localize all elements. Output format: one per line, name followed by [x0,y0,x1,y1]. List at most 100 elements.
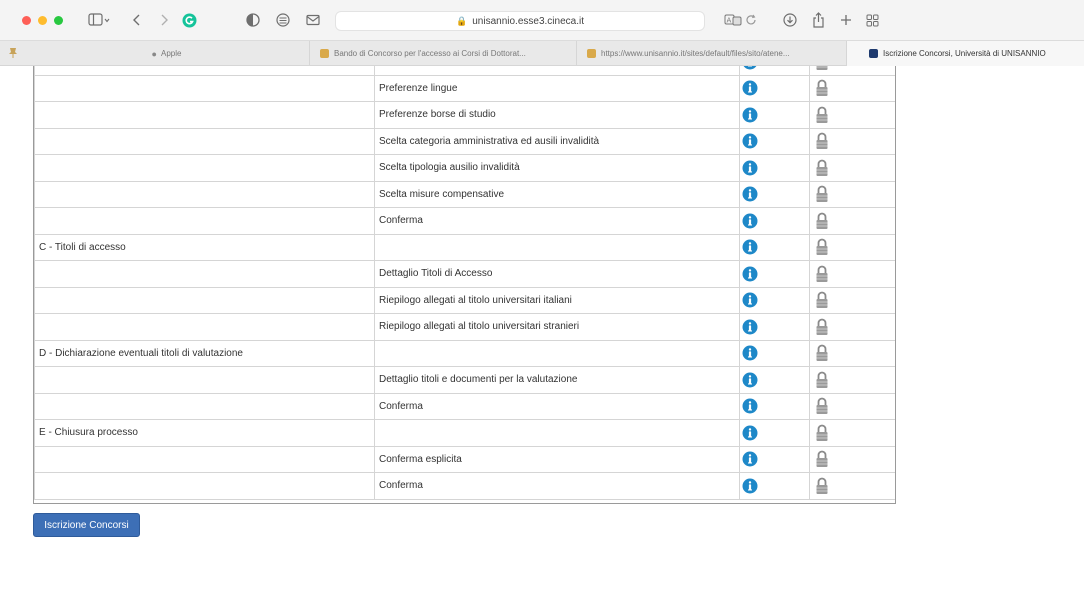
info-icon[interactable] [742,66,758,70]
apple-icon: ● [151,48,157,59]
lock-icon [816,397,828,415]
step-cell: Conferma esplicita [374,445,740,473]
chevron-left-icon[interactable] [130,12,144,28]
share-icon[interactable] [810,12,826,28]
chevron-right-icon[interactable] [157,12,171,28]
info-icon[interactable] [742,478,758,494]
info-icon[interactable] [742,239,758,255]
address-bar[interactable]: 🔒 unisannio.esse3.cineca.it [335,11,705,31]
steps-table-body: Preferenze sediPreferenze linguePreferen… [34,66,895,500]
table-row: Conferma [34,472,895,500]
shield-half-icon[interactable] [245,12,261,28]
lock-icon [816,291,828,309]
info-icon[interactable] [742,266,758,282]
status-cell [809,127,895,155]
lock-icon [816,424,828,441]
step-cell: Scelta categoria amministrativa ed ausil… [374,127,740,155]
info-icon[interactable] [742,451,758,467]
lock-icon [816,79,828,97]
table-row: Preferenze lingue [34,74,895,102]
tab-label: Iscrizione Concorsi, Università di UNISA… [883,49,1046,58]
browser-toolbar: 🔒 unisannio.esse3.cineca.it A [0,0,1084,40]
section-cell [34,154,375,182]
tab-apple[interactable]: ● Apple [24,41,310,66]
section-cell [34,101,375,129]
info-cell [739,366,810,394]
sidebar-icon[interactable] [86,12,112,28]
lock-icon [816,344,828,362]
step-cell [374,339,740,367]
info-cell [739,472,810,500]
info-cell [739,233,810,261]
step-cell: Scelta tipologia ausilio invalidità [374,154,740,182]
info-icon[interactable] [742,80,758,96]
lock-icon [816,450,828,468]
section-cell [34,472,375,500]
step-cell: Scelta misure compensative [374,180,740,208]
lock-icon [816,132,828,150]
lock-icon [816,238,828,256]
process-steps-table: Preferenze sediPreferenze linguePreferen… [33,66,896,504]
lock-icon [816,371,828,388]
download-icon[interactable] [782,12,798,28]
minimize-window-button[interactable] [38,15,47,25]
table-row: Scelta categoria amministrativa ed ausil… [34,127,895,155]
lock-icon [816,185,828,203]
reader-icon[interactable] [275,12,291,28]
tab-label: Apple [160,49,182,58]
unisannio-favicon-icon [869,49,878,58]
iscrizione-concorsi-button[interactable]: Iscrizione Concorsi [33,513,140,537]
tab-label: https://www.unisannio.it/sites/default/f… [601,49,790,58]
info-icon[interactable] [742,107,758,123]
folder-icon [320,49,329,58]
tab-bando[interactable]: Bando di Concorso per l'accesso ai Corsi… [310,41,577,66]
step-cell: Conferma [374,392,740,420]
info-cell [739,339,810,367]
button-label: Iscrizione Concorsi [44,519,129,531]
pin-icon[interactable] [8,47,18,59]
status-cell [809,74,895,102]
section-cell [34,392,375,420]
tab-iscrizione-concorsi[interactable]: Iscrizione Concorsi, Università di UNISA… [847,41,1084,66]
info-icon[interactable] [742,133,758,149]
info-icon[interactable] [742,213,758,229]
section-cell: C - Titoli di accesso [34,233,375,261]
info-icon[interactable] [742,160,758,176]
section-cell [34,207,375,235]
grid-icon[interactable] [864,12,880,28]
close-window-button[interactable] [22,15,31,25]
info-cell [739,392,810,420]
info-cell [739,207,810,235]
info-icon[interactable] [742,319,758,335]
step-cell: Preferenze sedi [374,66,740,76]
info-icon[interactable] [742,292,758,308]
tab-unisannio-files[interactable]: https://www.unisannio.it/sites/default/f… [577,41,847,66]
translate-icon[interactable]: A [724,12,742,28]
info-icon[interactable] [742,345,758,361]
grammarly-icon[interactable] [181,12,197,28]
mail-icon[interactable] [305,12,321,28]
info-icon[interactable] [742,372,758,388]
table-row: D - Dichiarazione eventuali titoli di va… [34,339,895,367]
table-row: Conferma esplicita [34,445,895,473]
status-cell [809,154,895,182]
status-cell [809,339,895,367]
status-cell [809,233,895,261]
lock-icon [816,212,828,229]
info-icon[interactable] [742,398,758,414]
status-cell [809,472,895,500]
status-cell [809,101,895,129]
zoom-window-button[interactable] [54,15,63,25]
section-cell [34,445,375,473]
plus-icon[interactable] [838,12,854,28]
info-cell [739,74,810,102]
status-cell [809,207,895,235]
status-cell [809,313,895,341]
info-cell [739,313,810,341]
status-cell [809,66,895,76]
info-icon[interactable] [742,186,758,202]
reload-icon[interactable] [744,12,758,28]
table-row: Conferma [34,392,895,420]
info-icon[interactable] [742,425,758,441]
url-text: unisannio.esse3.cineca.it [472,15,584,27]
